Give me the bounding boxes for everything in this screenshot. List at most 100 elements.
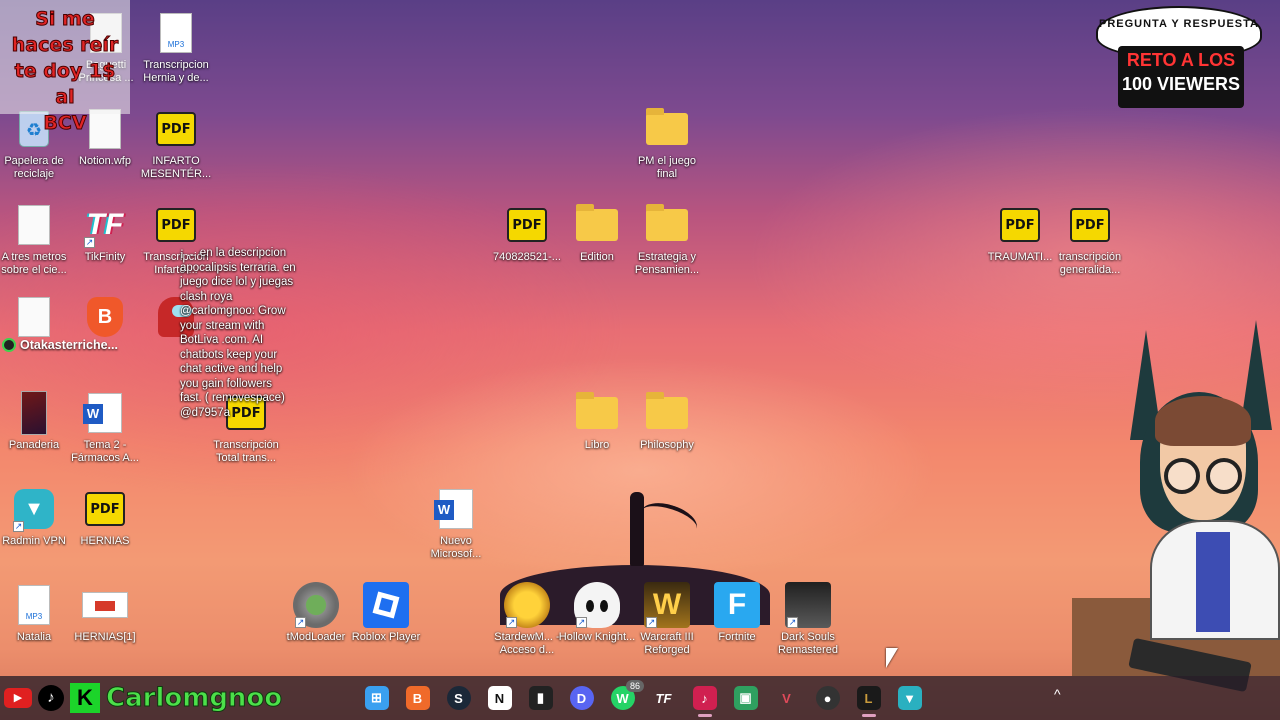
discord-icon: D — [569, 686, 594, 710]
folder-icon — [644, 390, 690, 436]
pdf-icon: PDF — [153, 202, 199, 248]
desktop-icon-traumati[interactable]: PDF TRAUMATI... — [984, 202, 1056, 264]
pdf-icon: PDF — [1067, 202, 1113, 248]
desktop-icon-a-tres-metros[interactable]: A tres metros sobre el cie... — [0, 202, 70, 277]
icon-label: PM el juego final — [637, 155, 697, 180]
hollow-knight-icon: ↗ — [574, 582, 620, 628]
icon-label: Panaderia — [8, 439, 60, 451]
desktop-icon-transcripcion-hernia[interactable]: MP3 Transcripcion Hernia y de... — [140, 10, 212, 85]
desktop-icon-brave[interactable]: B — [69, 294, 141, 340]
pdf-icon: PDF — [153, 106, 199, 152]
overlay-title: Si me haces reír te doy 1$ al BCV — [11, 8, 119, 135]
social-overlay: ▶ ♪ K Carlomgnoo — [0, 676, 283, 720]
badge-line2: RETO A LOS — [1126, 50, 1236, 70]
wallpaper-figure — [630, 492, 644, 566]
taskbar-steam-button[interactable]: S — [438, 676, 479, 720]
desktop-icon-nuevo-microsoft[interactable]: W Nuevo Microsof... — [420, 486, 492, 561]
icon-label: Radmin VPN — [2, 535, 66, 547]
warcraft-icon: W ↗ — [644, 582, 690, 628]
pdf-icon: PDF — [997, 202, 1043, 248]
desktop-icon-edition[interactable]: Edition — [561, 202, 633, 264]
radmin-icon: ▼ ↗ — [11, 486, 57, 532]
icon-label: HERNIAS[1] — [74, 631, 136, 643]
overlay-panel: Si me haces reír te doy 1$ al BCV — [0, 0, 130, 135]
desktop-icon-hernias1[interactable]: HERNIAS[1] — [69, 582, 141, 644]
icon-label: Libro — [584, 439, 610, 451]
desktop-icon-panaderia[interactable]: Panaderia — [0, 390, 70, 452]
desktop-icon-doc-blank[interactable] — [0, 294, 70, 340]
desktop-icon-radmin[interactable]: ▼ ↗ Radmin VPN — [0, 486, 70, 548]
icon-label: Tema 2 - Fármacos A... — [71, 439, 139, 464]
desktop-icon-fortnite[interactable]: F Fortnite — [701, 582, 773, 644]
desktop-icon-hollow[interactable]: ↗ Hollow Knight... — [559, 582, 635, 644]
desktop-icon-philosophy[interactable]: Philosophy — [631, 390, 703, 452]
desktop-icon-darksouls[interactable]: ↗ Dark Souls Remastered — [772, 582, 844, 657]
desktop-icon-tmodloader[interactable]: ↗ tModLoader — [280, 582, 352, 644]
icon-label: StardewM... - Acceso d... — [494, 631, 560, 656]
user-avatar-icon — [2, 338, 16, 352]
taskbar-tiktok-button[interactable]: ♪ — [684, 676, 725, 720]
taskbar-start-button[interactable]: ⊞ — [356, 676, 397, 720]
folder-icon — [574, 202, 620, 248]
desktop-icon-estrategia[interactable]: Estrategia y Pensamien... — [631, 202, 703, 277]
chat-message: ¡ ... en la descripcion apocalipsis terr… — [180, 247, 296, 419]
taskbar-whatsapp-button[interactable]: W 86 — [602, 676, 645, 720]
taskbar-audio-button[interactable]: ▮ — [520, 676, 561, 720]
tray-chevron-icon[interactable]: ^ — [1054, 686, 1061, 702]
desktop-icon-roblox[interactable]: Roblox Player — [350, 582, 422, 644]
desktop-icon-tema2[interactable]: W Tema 2 - Fármacos A... — [69, 390, 141, 465]
icon-label: tModLoader — [286, 631, 346, 643]
youtube-icon: ▶ — [4, 688, 32, 708]
icon-label: Notion.wfp — [79, 155, 131, 167]
desktop-icon-natalia[interactable]: MP3 Natalia — [0, 582, 70, 644]
streamer-handle: Carlomgnoo — [105, 683, 283, 714]
app-icon: ▣ — [733, 686, 758, 710]
desktop-icon-stardew[interactable]: ↗ StardewM... - Acceso d... — [491, 582, 563, 657]
icon-label: transcripción generalida... — [1058, 251, 1122, 276]
taskbar-tikfinity-button[interactable]: TF — [643, 676, 684, 720]
taskbar-valorant-button[interactable]: V — [766, 676, 807, 720]
desktop-icon-transcripcion-generalida[interactable]: PDF transcripción generalida... — [1054, 202, 1126, 277]
taskbar-apps: ⊞ B S N ▮ D W 86 TF ♪ ▣ V ● L ▼ — [356, 676, 930, 720]
icon-label: INFARTO MESENTÉR... — [140, 155, 212, 180]
desktop-icon-libro[interactable]: Libro — [561, 390, 633, 452]
avatar-shirt — [1196, 532, 1230, 632]
taskbar-league-button[interactable]: L — [848, 676, 889, 720]
taskbar-brave-button[interactable]: B — [397, 676, 438, 720]
taskbar-discord-button[interactable]: D — [561, 676, 602, 720]
taskbar-app-green-button[interactable]: ▣ — [725, 676, 766, 720]
icon-label: Warcraft III Reforged — [640, 631, 694, 656]
icon-label: Estrategia y Pensamien... — [634, 251, 700, 276]
desktop-icon-740828521[interactable]: PDF 740828521-... — [491, 202, 563, 264]
word-icon: W — [82, 390, 128, 436]
desktop-icon-infarto[interactable]: PDF INFARTO MESENTÉR... — [140, 106, 212, 181]
folder-icon — [644, 106, 690, 152]
tikfinity-icon: TF ↗ — [84, 208, 124, 248]
taskbar-notion-button[interactable]: N — [479, 676, 520, 720]
desktop: Baguetti Princesa ... MP3 Transcripcion … — [0, 0, 1280, 693]
desktop-icon-hernias[interactable]: PDF HERNIAS — [69, 486, 141, 548]
icon-label: Natalia — [16, 631, 52, 643]
desktop-icon-tikfinity[interactable]: TF ↗ TikFinity — [69, 202, 141, 264]
mp3-icon: MP3 — [11, 582, 57, 628]
wallpaper-cape — [636, 496, 702, 544]
icon-label: Transcripcion Hernia y de... — [143, 59, 209, 84]
stardew-icon: ↗ — [504, 582, 550, 628]
avatar-glasses-right — [1206, 458, 1242, 494]
windows-icon: ⊞ — [364, 686, 389, 710]
icon-label: Dark Souls Remastered — [778, 631, 838, 656]
icon-label: Hollow Knight... — [558, 631, 636, 643]
chat-username: Otakasterriche... — [20, 338, 118, 352]
taskbar-vpn-button[interactable]: ▼ — [889, 676, 930, 720]
doc-icon — [11, 202, 57, 248]
desktop-icon-pm-juego[interactable]: PM el juego final — [631, 106, 703, 181]
icon-label: HERNIAS — [80, 535, 130, 547]
icon-label: Roblox Player — [351, 631, 421, 643]
obs-icon: ● — [815, 686, 840, 710]
taskbar-obs-button[interactable]: ● — [807, 676, 848, 720]
desktop-icon-warcraft[interactable]: W ↗ Warcraft III Reforged — [631, 582, 703, 657]
icon-label: Edition — [580, 251, 614, 263]
icon-label: Fortnite — [718, 631, 756, 643]
folder-icon — [644, 202, 690, 248]
image-icon — [11, 390, 57, 436]
